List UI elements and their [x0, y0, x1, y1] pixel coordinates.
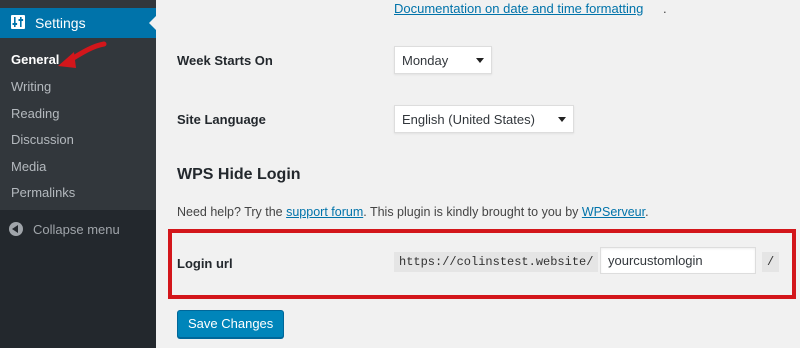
settings-sliders-icon	[11, 15, 25, 29]
sidebar-item-discussion[interactable]: Discussion	[11, 132, 74, 147]
login-url-input[interactable]: yourcustomlogin	[600, 247, 756, 274]
sidebar-item-permalinks[interactable]: Permalinks	[11, 185, 75, 200]
wpserveur-link[interactable]: WPServeur	[582, 205, 645, 219]
settings-main: Documentation on date and time formattin…	[156, 0, 800, 348]
login-url-suffix: /	[762, 252, 780, 272]
site-language-select[interactable]: English (United States)	[394, 105, 574, 133]
week-starts-label: Week Starts On	[177, 53, 273, 68]
plugin-help-text: Need help? Try the support forum. This p…	[177, 205, 649, 219]
help-middle: . This plugin is kindly brought to you b…	[363, 205, 582, 219]
date-time-docs-link[interactable]: Documentation on date and time formattin…	[394, 1, 643, 16]
login-url-prefix: https://colinstest.website/	[394, 252, 599, 272]
collapse-menu-label: Collapse menu	[33, 222, 120, 237]
sidebar-item-writing[interactable]: Writing	[11, 79, 51, 94]
current-menu-notch	[149, 16, 156, 30]
site-language-label: Site Language	[177, 112, 266, 127]
chevron-down-icon	[558, 117, 566, 122]
chevron-down-icon	[476, 58, 484, 63]
save-changes-button[interactable]: Save Changes	[177, 310, 285, 338]
section-title: WPS Hide Login	[177, 166, 301, 183]
help-prefix: Need help? Try the	[177, 205, 287, 219]
collapse-arrow-icon	[9, 222, 23, 236]
site-language-value: English (United States)	[402, 112, 535, 127]
sidebar-item-media[interactable]: Media	[11, 159, 46, 174]
settings-menu-header[interactable]: Settings	[0, 8, 156, 38]
week-starts-select[interactable]: Monday	[394, 46, 492, 74]
sidebar-item-reading[interactable]: Reading	[11, 106, 59, 121]
week-starts-value: Monday	[402, 53, 449, 68]
settings-menu-label: Settings	[35, 15, 86, 31]
sidebar-top-strip	[0, 0, 156, 8]
help-suffix: .	[645, 205, 649, 219]
docs-link-period: .	[663, 1, 667, 16]
login-url-label: Login url	[177, 256, 233, 271]
support-forum-link[interactable]: support forum	[286, 205, 363, 219]
red-pointer-arrow-icon	[58, 41, 107, 68]
